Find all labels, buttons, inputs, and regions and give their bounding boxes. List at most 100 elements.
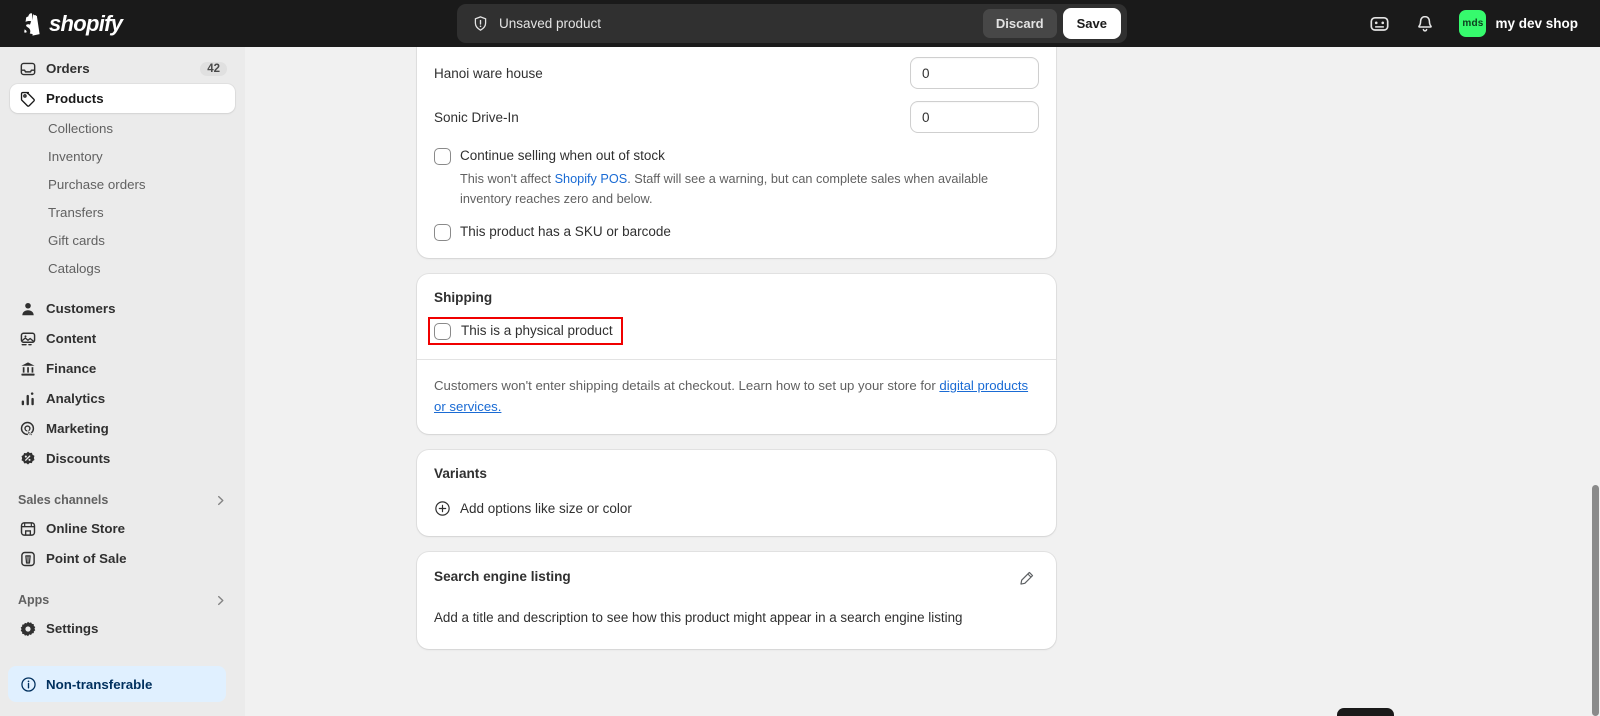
- avatar: mds: [1459, 10, 1487, 37]
- circle-plus-icon: [435, 501, 450, 516]
- sidebar-item-label: Online Store: [46, 521, 126, 536]
- sidebar-subitem-label: Transfers: [48, 204, 104, 220]
- non-transferable-banner[interactable]: Non-transferable: [8, 666, 226, 702]
- pos-icon: [18, 549, 37, 568]
- variants-card-title: Variants: [434, 466, 487, 481]
- quantity-input-sonic[interactable]: [910, 101, 1039, 133]
- main-scrollbar-track[interactable]: [1591, 47, 1600, 716]
- sidebar-subitem-gift-cards[interactable]: Gift cards: [10, 226, 235, 254]
- sidebar-item-label: Analytics: [46, 391, 106, 406]
- bell-icon: [1418, 15, 1433, 32]
- brand-wordmark: shopify: [49, 10, 123, 36]
- notifications-button[interactable]: [1410, 9, 1440, 39]
- shipping-note: Customers won't enter shipping details a…: [417, 360, 1056, 434]
- topbar-right-actions: mds my dev shop: [1364, 0, 1586, 47]
- sku-barcode-checkbox[interactable]: [434, 224, 451, 241]
- sidebar-item-label: Discounts: [46, 451, 111, 466]
- main-scrollbar-thumb[interactable]: [1592, 485, 1599, 716]
- product-form-column: Hanoi ware house Sonic Drive-In Continue…: [417, 47, 1056, 665]
- sidebar-item-label: Customers: [46, 301, 116, 316]
- person-icon: [18, 299, 37, 318]
- chevron-right-icon: [218, 595, 224, 605]
- discount-badge-icon: [18, 449, 37, 468]
- sidebar-item-discounts[interactable]: Discounts: [10, 444, 235, 473]
- bank-icon: [18, 359, 37, 378]
- sidebar-section-apps[interactable]: Apps: [10, 586, 235, 614]
- chevron-right-icon: [218, 495, 224, 505]
- sidebar: Orders 42 Products Collections Inventory…: [0, 47, 245, 716]
- physical-product-label: This is a physical product: [461, 323, 613, 338]
- sku-barcode-row: This product has a SKU or barcode: [434, 223, 1039, 241]
- seo-edit-button[interactable]: [1013, 565, 1039, 591]
- shipping-card-title: Shipping: [434, 290, 493, 305]
- add-options-button[interactable]: Add options like size or color: [434, 500, 1039, 517]
- banner-label: Non-transferable: [46, 676, 153, 692]
- sku-barcode-label: This product has a SKU or barcode: [460, 224, 671, 239]
- sidebar-item-label: Content: [46, 331, 97, 346]
- seo-card-header: Search engine listing: [434, 569, 1039, 591]
- top-bar: shopify Unsaved product Discard Save mds…: [0, 0, 1600, 47]
- target-icon: [18, 419, 37, 438]
- sidebar-item-point-of-sale[interactable]: Point of Sale: [10, 544, 235, 573]
- discard-button[interactable]: Discard: [982, 9, 1057, 38]
- shopify-logo: [22, 12, 40, 36]
- sidebar-subitem-label: Inventory: [48, 148, 103, 164]
- location-name: Sonic Drive-In: [434, 109, 519, 125]
- location-row: Sonic Drive-In: [434, 101, 1039, 133]
- variants-card: Variants Add options like size or color: [417, 450, 1056, 536]
- shop-account-chip[interactable]: mds my dev shop: [1456, 7, 1586, 40]
- continue-selling-row: Continue selling when out of stock: [434, 147, 1039, 165]
- orders-inbox-icon: [18, 59, 37, 78]
- shopify-brand[interactable]: shopify: [0, 0, 245, 47]
- physical-product-checkbox[interactable]: [434, 323, 451, 340]
- sidebar-subitem-purchase-orders[interactable]: Purchase orders: [10, 170, 235, 198]
- sidebar-subitem-collections[interactable]: Collections: [10, 114, 235, 142]
- add-options-label: Add options like size or color: [460, 501, 632, 516]
- physical-product-highlight: This is a physical product: [428, 317, 623, 345]
- main-content: Hanoi ware house Sonic Drive-In Continue…: [245, 47, 1600, 716]
- location-name: Hanoi ware house: [434, 65, 543, 81]
- pencil-edit-icon: [1019, 571, 1033, 585]
- location-row: Hanoi ware house: [434, 57, 1039, 89]
- shop-name-label: my dev shop: [1495, 16, 1578, 31]
- shipping-note-before: Customers won't enter shipping details a…: [434, 378, 940, 393]
- sidebar-item-finance[interactable]: Finance: [10, 354, 235, 383]
- sidebar-subitem-inventory[interactable]: Inventory: [10, 142, 235, 170]
- inventory-card: Hanoi ware house Sonic Drive-In Continue…: [417, 47, 1056, 258]
- gear-icon: [18, 619, 37, 638]
- sidebar-item-label: Finance: [46, 361, 97, 376]
- sidebar-item-label: Orders: [46, 61, 90, 76]
- sidebar-subitem-catalogs[interactable]: Catalogs: [10, 254, 235, 282]
- info-circle-icon: [21, 676, 36, 692]
- quantity-input-hanoi[interactable]: [910, 57, 1039, 89]
- seo-card-body: Add a title and description to see how t…: [434, 610, 963, 625]
- sidebar-item-online-store[interactable]: Online Store: [10, 514, 235, 543]
- shopify-pos-link[interactable]: Shopify POS: [555, 172, 628, 186]
- sidebar-item-label: Settings: [46, 621, 99, 636]
- products-tag-icon: [18, 89, 37, 108]
- continue-selling-checkbox[interactable]: [434, 148, 451, 165]
- section-title: Sales channels: [18, 493, 109, 507]
- save-bar: Unsaved product Discard Save: [457, 4, 1127, 43]
- sidebar-subitem-transfers[interactable]: Transfers: [10, 198, 235, 226]
- sidebar-item-customers[interactable]: Customers: [10, 294, 235, 323]
- sidebar-item-analytics[interactable]: Analytics: [10, 384, 235, 413]
- sidebar-item-orders[interactable]: Orders 42: [10, 54, 235, 83]
- sidebar-item-products[interactable]: Products: [10, 84, 235, 113]
- bar-chart-icon: [18, 389, 37, 408]
- sidebar-item-label: Marketing: [46, 421, 109, 436]
- sidebar-item-label: Products: [46, 91, 104, 106]
- seo-card: Search engine listing Add a title and de…: [417, 552, 1056, 649]
- save-button[interactable]: Save: [1062, 8, 1121, 39]
- sidebar-item-marketing[interactable]: Marketing: [10, 414, 235, 443]
- continue-selling-help: This won't affect Shopify POS. Staff wil…: [460, 169, 1039, 209]
- sidebar-item-settings[interactable]: Settings: [10, 614, 235, 643]
- sidebar-item-content[interactable]: Content: [10, 324, 235, 353]
- sidebar-subitem-label: Collections: [48, 120, 114, 136]
- orders-count-badge: 42: [200, 61, 227, 76]
- continue-selling-label: Continue selling when out of stock: [460, 148, 665, 163]
- sidebar-section-sales-channels[interactable]: Sales channels: [10, 486, 235, 514]
- store-icon-button[interactable]: [1364, 9, 1394, 39]
- help-text-before: This won't affect: [460, 172, 555, 186]
